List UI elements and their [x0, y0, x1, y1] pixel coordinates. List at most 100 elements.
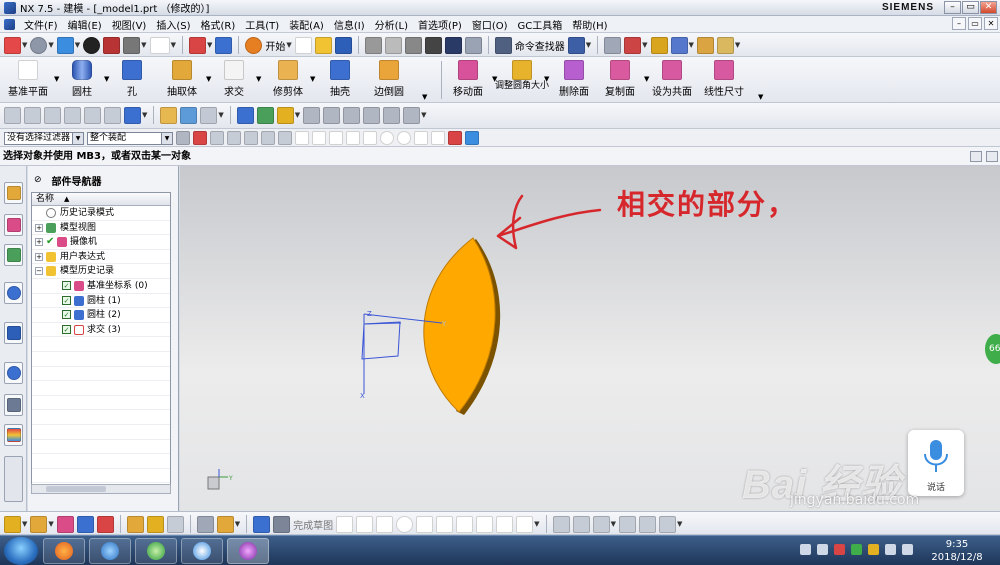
doc-minimize-button[interactable]: –: [952, 17, 966, 30]
background-icon[interactable]: [149, 36, 170, 54]
taskbar-nx[interactable]: [227, 538, 269, 564]
tree-row-user-expressions[interactable]: + 用户表达式: [32, 250, 170, 265]
drafting-tool-icon[interactable]: [196, 515, 214, 533]
constraint-navigator-tab[interactable]: [4, 214, 23, 236]
line-icon[interactable]: [356, 515, 374, 533]
cut-icon[interactable]: [364, 36, 382, 54]
circle-icon[interactable]: [396, 515, 414, 533]
menu-edit[interactable]: 编辑(E): [63, 17, 107, 32]
layer-icon[interactable]: [604, 36, 622, 54]
shape-icon[interactable]: [200, 106, 218, 124]
keyboard-icon[interactable]: [800, 544, 811, 555]
tree-row-history-mode[interactable]: 历史记录模式: [32, 206, 170, 221]
assembly-navigator-tab[interactable]: [4, 182, 23, 204]
delete-face-button[interactable]: 删除面: [548, 60, 600, 98]
snap-on-face-icon[interactable]: [448, 131, 462, 145]
expand-icon[interactable]: +: [35, 252, 43, 261]
menu-help[interactable]: 帮助(H): [567, 17, 612, 32]
copy-icon[interactable]: [384, 36, 402, 54]
resource-scroll[interactable]: [4, 456, 23, 502]
open-folder-icon[interactable]: [314, 36, 332, 54]
selection-tool-1-icon[interactable]: [176, 131, 190, 145]
tree-row-model-views[interactable]: + 模型视图: [32, 221, 170, 236]
ruler-icon[interactable]: [696, 36, 714, 54]
body-op-3-icon[interactable]: [276, 106, 294, 124]
side-badge[interactable]: 66: [985, 334, 1000, 364]
roles-tab[interactable]: [4, 424, 23, 446]
minimize-button[interactable]: –: [944, 1, 961, 14]
tree-row-cylinder-2[interactable]: ✓ 圆柱 (2): [32, 308, 170, 323]
selection-tool-7-icon[interactable]: [278, 131, 292, 145]
menu-file[interactable]: 文件(F): [19, 17, 63, 32]
body-op-2-icon[interactable]: [256, 106, 274, 124]
taskbar-app-2[interactable]: [89, 538, 131, 564]
fillet-icon[interactable]: [416, 515, 434, 533]
linear-dimension-button[interactable]: 线性尺寸: [698, 60, 750, 98]
menu-app-icon[interactable]: [4, 18, 15, 30]
auto-constraint-icon[interactable]: [658, 515, 676, 533]
surface-op-3-icon[interactable]: [343, 106, 361, 124]
selection-tool-3-icon[interactable]: [210, 131, 224, 145]
menu-assemblies[interactable]: 装配(A): [284, 17, 329, 32]
shaded-icon[interactable]: [83, 36, 101, 54]
pin-icon[interactable]: ⊘: [34, 175, 42, 185]
hole-button[interactable]: 孔: [106, 60, 158, 98]
flag-icon[interactable]: [834, 544, 845, 555]
snap-midpoint-icon[interactable]: [329, 131, 343, 145]
tree-row-cameras[interactable]: + ✔ 摄像机: [32, 235, 170, 250]
start-button[interactable]: [4, 537, 38, 565]
surface-op-1-icon[interactable]: [303, 106, 321, 124]
command-finder-button[interactable]: 命令查找器: [515, 38, 565, 53]
tree-row-cylinder-1[interactable]: ✓ 圆柱 (1): [32, 294, 170, 309]
curve-tool-1-icon[interactable]: [4, 106, 21, 124]
datum-plane-button[interactable]: 基准平面: [2, 60, 54, 98]
menu-format[interactable]: 格式(R): [196, 17, 241, 32]
process-studio-tab[interactable]: [4, 394, 23, 416]
close-button[interactable]: ✕: [980, 1, 997, 14]
surface-op-6-icon[interactable]: [403, 106, 421, 124]
sketch-icon[interactable]: [253, 515, 271, 533]
menu-preferences[interactable]: 首选项(P): [413, 17, 467, 32]
view-orient-icon[interactable]: [56, 36, 74, 54]
shell-button[interactable]: 抽壳: [314, 60, 366, 98]
security-icon[interactable]: [851, 544, 862, 555]
action-center-icon[interactable]: [902, 544, 913, 555]
dimension-icon[interactable]: [638, 515, 656, 533]
start-menu[interactable]: 开始: [265, 38, 285, 53]
history-palette-tab[interactable]: [4, 322, 23, 344]
web-browser-tab[interactable]: [4, 282, 23, 304]
assembly-scope-select[interactable]: 整个装配 ▼: [87, 131, 173, 145]
snap-center-icon[interactable]: [380, 131, 394, 145]
visibility-checkbox[interactable]: ✓: [62, 310, 71, 320]
undo-icon[interactable]: [444, 36, 462, 54]
coordinate-icon[interactable]: [624, 36, 642, 54]
surface-op-2-icon[interactable]: [323, 106, 341, 124]
visibility-checkbox[interactable]: ✓: [62, 280, 71, 290]
tree-row-intersect[interactable]: ✓ 求交 (3): [32, 323, 170, 338]
assembly-tool-1-icon[interactable]: [4, 515, 21, 533]
constraint-icon[interactable]: [618, 515, 636, 533]
menu-tools[interactable]: 工具(T): [240, 17, 284, 32]
selection-filter-select[interactable]: 没有选择过滤器 ▼: [4, 131, 84, 145]
menu-view[interactable]: 视图(V): [107, 17, 152, 32]
menu-analysis[interactable]: 分析(L): [370, 17, 413, 32]
mate-tool-1-icon[interactable]: [126, 515, 144, 533]
microphone-tray-icon[interactable]: [817, 544, 828, 555]
move-face-button[interactable]: 移动面: [442, 60, 494, 98]
analysis-icon[interactable]: [670, 36, 688, 54]
cylinder-button[interactable]: 圆柱: [56, 60, 108, 98]
quick-trim-icon[interactable]: [552, 515, 570, 533]
system-clock[interactable]: 9:35 2018/12/8: [920, 538, 994, 564]
tree-row-model-history[interactable]: − 模型历史记录: [32, 264, 170, 279]
selection-tool-6-icon[interactable]: [261, 131, 275, 145]
part-navigator-tab[interactable]: [4, 244, 23, 266]
finish-sketch-button[interactable]: 完成草图: [293, 517, 333, 532]
voice-input-widget[interactable]: 说话: [908, 430, 964, 496]
command-finder-icon[interactable]: [494, 36, 512, 54]
snap-on-curve-icon[interactable]: [431, 131, 445, 145]
intersect-body-face[interactable]: [423, 237, 496, 413]
selection-box-icon[interactable]: [295, 131, 309, 145]
body-op-1-icon[interactable]: [236, 106, 254, 124]
menu-gc-toolkit[interactable]: GC工具箱: [513, 17, 568, 32]
feature-toolbar-more[interactable]: ▼: [422, 93, 427, 101]
